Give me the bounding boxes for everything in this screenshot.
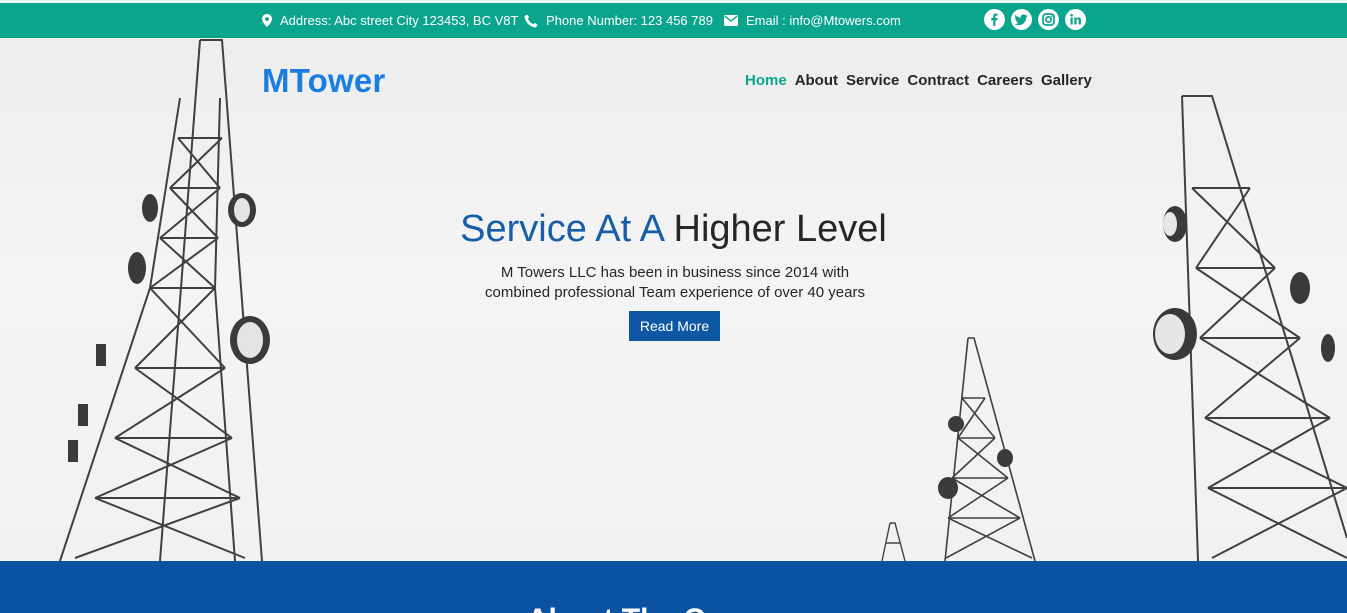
hero-section: MTower Home About Service Contract Caree…: [0, 38, 1347, 561]
envelope-icon: [724, 15, 738, 26]
address-info: Address: Abc street City 123453, BC V8T: [262, 3, 518, 38]
main-nav: Home About Service Contract Careers Gall…: [745, 72, 1092, 89]
phone-text: Phone Number: 123 456 789: [546, 13, 713, 28]
nav-home[interactable]: Home: [745, 72, 787, 89]
twitter-icon[interactable]: [1011, 9, 1032, 30]
about-title: About The Company: [0, 603, 1347, 613]
nav-about[interactable]: About: [795, 72, 838, 89]
nav-gallery[interactable]: Gallery: [1041, 72, 1092, 89]
nav-contract[interactable]: Contract: [907, 72, 969, 89]
phone-icon: [524, 14, 538, 27]
about-section: About The Company: [0, 561, 1347, 613]
headline-accent: Service At A: [460, 208, 663, 250]
headline-rest: Higher Level: [673, 208, 887, 250]
email-info: Email : info@Mtowers.com: [724, 3, 901, 38]
hero-subtext: M Towers LLC has been in business since …: [485, 264, 865, 301]
top-info-bar: Address: Abc street City 123453, BC V8T …: [0, 0, 1347, 38]
read-more-button[interactable]: Read More: [629, 311, 720, 341]
map-marker-icon: [262, 14, 272, 27]
address-text: Address: Abc street City 123453, BC V8T: [280, 13, 519, 28]
nav-careers[interactable]: Careers: [977, 72, 1033, 89]
email-text[interactable]: Email : info@Mtowers.com: [746, 13, 901, 28]
phone-info: Phone Number: 123 456 789: [524, 3, 713, 38]
hero-headline: Service At A Higher Level: [0, 208, 1347, 251]
facebook-icon[interactable]: [984, 9, 1005, 30]
social-links: [984, 9, 1086, 30]
linkedin-icon[interactable]: [1065, 9, 1086, 30]
nav-service[interactable]: Service: [846, 72, 899, 89]
site-logo[interactable]: MTower: [262, 62, 385, 100]
instagram-icon[interactable]: [1038, 9, 1059, 30]
